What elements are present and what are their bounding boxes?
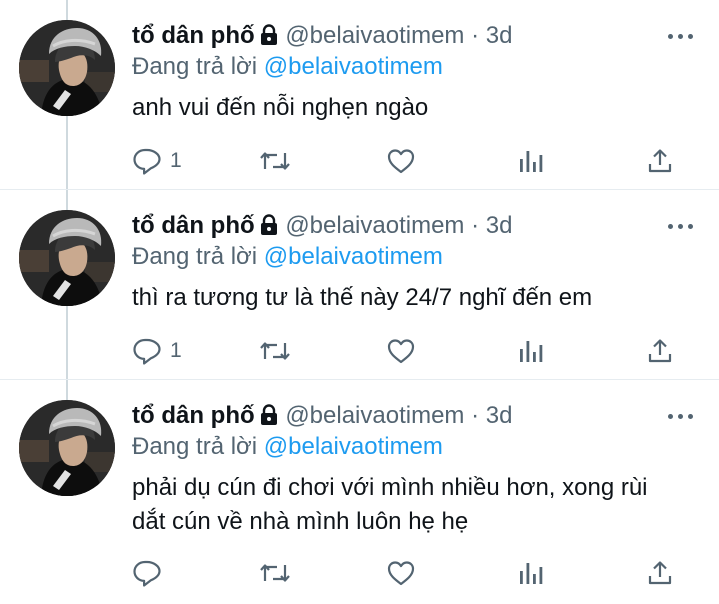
like-button[interactable] [386,145,416,177]
lock-icon [259,404,279,434]
analytics-icon [518,559,544,587]
share-icon [646,559,674,587]
avatar[interactable] [19,210,115,306]
retweet-button[interactable] [259,145,291,177]
views-button[interactable] [518,145,544,177]
retweet-icon [259,559,291,587]
tweet-text-line: thì ra tương tư là thế này 24/7 nghĩ đến… [132,284,593,311]
timestamp[interactable]: 3d [486,402,513,429]
separator-dot: · [471,402,480,429]
user-handle[interactable]: @belaivaotimem [285,402,464,429]
views-button[interactable] [518,335,544,367]
more-icon[interactable] [668,216,694,236]
reply-count: 1 [170,149,182,172]
tweet-card: tổ dân phố @belaivaotimem · 3d Đang trả l… [0,380,719,602]
replying-to-label: Đang trả lời [132,243,258,270]
display-name[interactable]: tổ dân phố [132,22,255,49]
reply-button[interactable] [132,557,170,589]
reply-icon [132,337,162,365]
avatar[interactable] [19,400,115,496]
share-icon [646,337,674,365]
replying-to-label: Đang trả lời [132,433,258,460]
replying-to-line: Đang trả lời @belaivaotimem [132,432,443,462]
retweet-button[interactable] [259,557,291,589]
tweet-card: tổ dân phố @belaivaotimem · 3d Đang trả l… [0,190,719,380]
tweet-text: thì ra tương tư là thế này 24/7 nghĩ đến… [132,281,692,315]
tweet-text-line: anh vui đến nỗi nghẹn ngào [132,94,429,121]
share-button[interactable] [646,557,674,589]
like-icon [386,559,416,587]
reply-button[interactable]: 1 [132,335,182,367]
display-name[interactable]: tổ dân phố [132,212,255,239]
tweet-text: phải dụ cún đi chơi với mình nhiều hơn, … [132,471,692,539]
user-handle[interactable]: @belaivaotimem [285,22,464,49]
separator-dot: · [471,212,480,239]
retweet-icon [259,147,291,175]
like-icon [386,337,416,365]
replying-to-label: Đang trả lời [132,53,258,80]
separator-dot: · [471,22,480,49]
display-name[interactable]: tổ dân phố [132,402,255,429]
tweet-card: tổ dân phố @belaivaotimem · 3d Đang trả l… [0,0,719,190]
more-icon[interactable] [668,406,694,426]
timestamp[interactable]: 3d [486,22,513,49]
mention-link[interactable]: @belaivaotimem [264,433,443,460]
replying-to-line: Đang trả lời @belaivaotimem [132,52,443,82]
like-button[interactable] [386,557,416,589]
like-button[interactable] [386,335,416,367]
tweet-header: tổ dân phố @belaivaotimem · 3d [132,21,719,51]
share-button[interactable] [646,335,674,367]
analytics-icon [518,147,544,175]
replying-to-line: Đang trả lời @belaivaotimem [132,242,443,272]
retweet-button[interactable] [259,335,291,367]
reply-icon [132,147,162,175]
like-icon [386,147,416,175]
user-handle[interactable]: @belaivaotimem [285,212,464,239]
timestamp[interactable]: 3d [486,212,513,239]
avatar[interactable] [19,20,115,116]
tweet-text-line: dắt cún về nhà mình luôn hẹ hẹ [132,508,469,535]
reply-count: 1 [170,339,182,362]
tweet-actions: 1 [132,335,692,367]
mention-link[interactable]: @belaivaotimem [264,53,443,80]
mention-link[interactable]: @belaivaotimem [264,243,443,270]
tweet-header: tổ dân phố @belaivaotimem · 3d [132,211,719,241]
tweet-actions [132,557,692,589]
retweet-icon [259,337,291,365]
views-button[interactable] [518,557,544,589]
tweet-text-line: phải dụ cún đi chơi với mình nhiều hơn, … [132,474,648,501]
share-button[interactable] [646,145,674,177]
tweet-header: tổ dân phố @belaivaotimem · 3d [132,401,719,431]
share-icon [646,147,674,175]
lock-icon [259,214,279,244]
more-icon[interactable] [668,26,694,46]
reply-icon [132,559,162,587]
lock-icon [259,24,279,54]
tweet-text: anh vui đến nỗi nghẹn ngào [132,91,692,125]
reply-button[interactable]: 1 [132,145,182,177]
analytics-icon [518,337,544,365]
tweet-actions: 1 [132,145,692,177]
